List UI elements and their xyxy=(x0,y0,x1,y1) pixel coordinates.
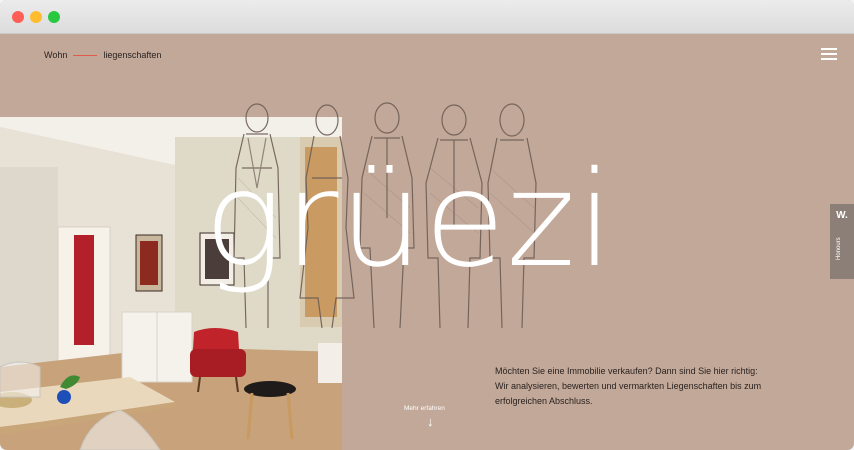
browser-window: Wohn liegenschaften grüezi W. Honours Mö… xyxy=(0,0,854,450)
intro-line-3: erfolgreichen Abschluss. xyxy=(495,396,593,406)
logo-divider-line xyxy=(73,54,98,56)
zoom-window-button[interactable] xyxy=(48,11,60,23)
title-bar xyxy=(0,0,854,34)
intro-line-1: Möchten Sie eine Immobilie verkaufen? Da… xyxy=(495,366,758,376)
page-content: Wohn liegenschaften grüezi W. Honours Mö… xyxy=(0,34,854,450)
site-logo[interactable]: Wohn liegenschaften xyxy=(44,50,161,60)
honours-label: Honours xyxy=(836,237,842,260)
minimize-window-button[interactable] xyxy=(30,11,42,23)
hero-title: grüezi xyxy=(204,143,615,297)
logo-text-liegenschaften: liegenschaften xyxy=(103,50,162,60)
honours-logo: W. xyxy=(836,210,848,221)
honours-side-tab[interactable]: W. Honours xyxy=(830,204,854,279)
logo-text-wohn: Wohn xyxy=(44,50,68,60)
hamburger-menu-icon[interactable] xyxy=(821,48,837,60)
intro-text: Möchten Sie eine Immobilie verkaufen? Da… xyxy=(495,364,795,409)
mehr-erfahren-link[interactable]: Mehr erfahren xyxy=(404,405,445,412)
arrow-down-icon[interactable]: ↓ xyxy=(427,415,434,428)
intro-line-2: Wir analysieren, bewerten und vermarkten… xyxy=(495,381,762,391)
close-window-button[interactable] xyxy=(12,11,24,23)
